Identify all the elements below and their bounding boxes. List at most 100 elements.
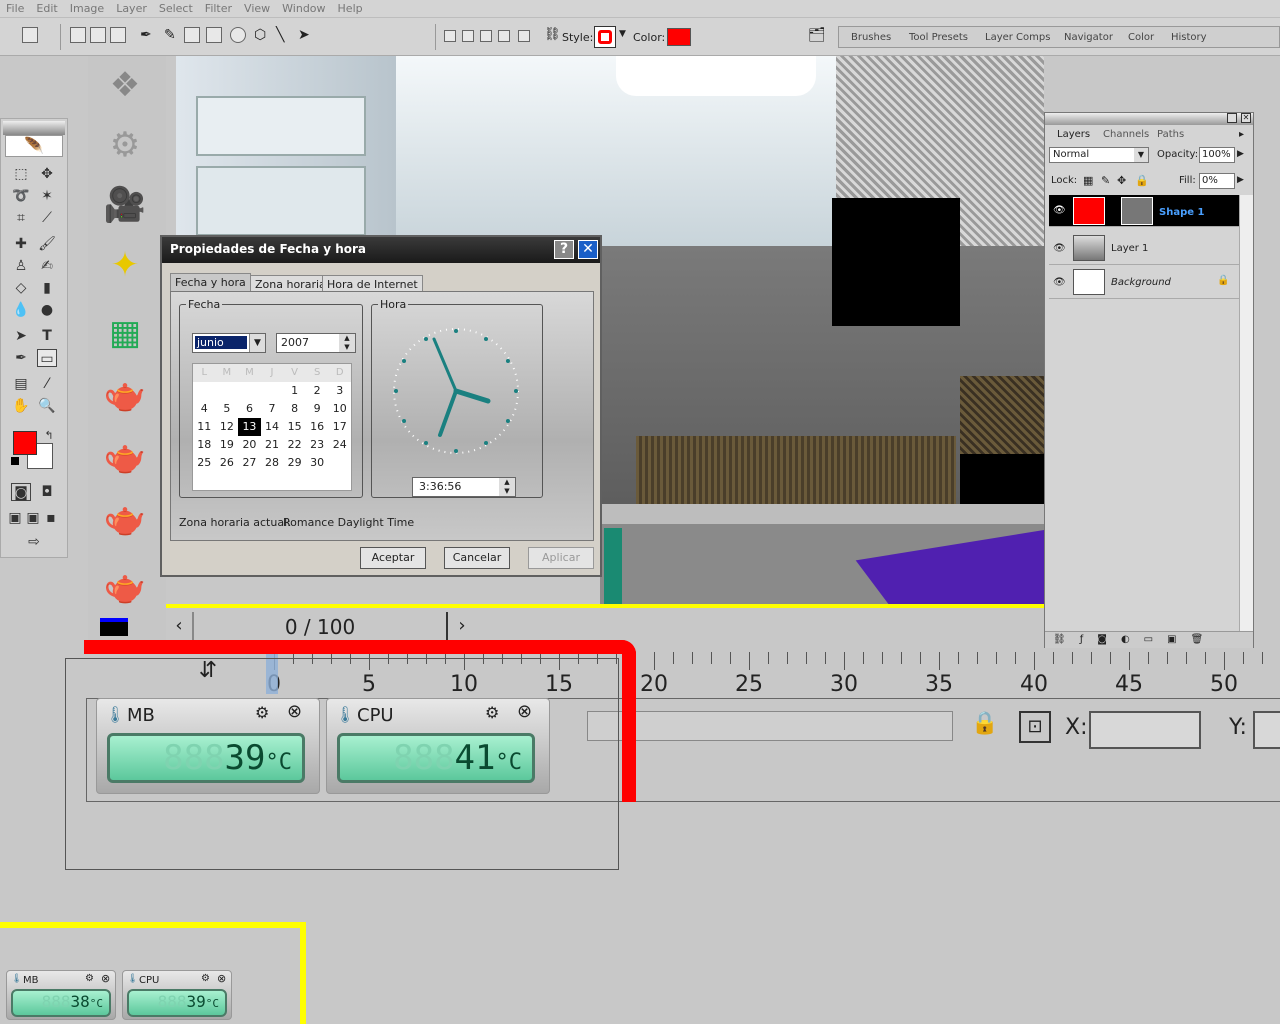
calendar-day[interactable]: 28 [261,454,284,472]
close-icon[interactable]: ⊗ [101,972,110,985]
rectangle-icon[interactable]: ▭ [37,349,57,367]
pen-icon[interactable]: ✒ [140,27,156,43]
light-rays-icon[interactable]: ✦ [100,242,150,288]
menu-file[interactable]: File [6,2,24,15]
custom-shape-icon[interactable]: ➤ [298,27,314,43]
lock-position-icon[interactable]: ✥ [1117,174,1126,187]
eye-icon[interactable]: 👁 [1053,277,1066,288]
subtract-button[interactable] [462,30,474,42]
quick-mask-icon[interactable]: ◘ [37,483,57,501]
year-stepper[interactable]: 2007 ▲ ▼ [276,333,356,353]
calendar-day[interactable]: 29 [283,454,306,472]
apply-button[interactable]: Aplicar [528,547,594,569]
help-button[interactable]: ? [554,240,574,259]
menu-view[interactable]: View [244,2,270,15]
calendar-day[interactable]: 26 [216,454,239,472]
close-icon[interactable]: ⊗ [217,972,226,985]
eye-icon[interactable]: 👁 [1053,243,1066,254]
menu-window[interactable]: Window [282,2,325,15]
calendar-day[interactable]: 18 [193,436,216,454]
calendar-day[interactable]: 5 [216,400,239,418]
style-picker[interactable] [594,26,616,48]
well-tab-history[interactable]: History [1171,32,1207,43]
chevron-up-icon[interactable]: ▲ [499,478,515,487]
eyedropper-icon[interactable]: ⁄ [37,375,57,393]
eraser-icon[interactable]: ◇ [11,279,31,297]
settings-icon[interactable]: ⚙ [255,703,269,722]
menu-help[interactable]: Help [338,2,363,15]
teapot-a-icon[interactable]: 🫖 [100,372,150,418]
calendar-day[interactable]: 14 [261,418,284,436]
new-layer-icon[interactable]: ▣ [1167,634,1176,647]
x-coordinate-field[interactable] [1089,711,1201,749]
gears-icon[interactable]: ⚙ [100,122,150,168]
menu-edit[interactable]: Edit [36,2,57,15]
lock-all-icon[interactable]: 🔒 [1135,174,1149,187]
tool-preset-picker[interactable] [22,27,38,43]
blend-mode-select[interactable]: Normal ▼ [1049,147,1149,163]
settings-icon[interactable]: ⚙ [201,973,210,984]
calendar-day[interactable]: 24 [328,436,351,454]
fill-pixels-button[interactable] [110,27,126,43]
calendar-day[interactable]: 15 [283,418,306,436]
render-icon[interactable]: ▦ [100,310,150,356]
lock-icon[interactable]: 🔒 [971,711,998,736]
well-tab-tool-presets[interactable]: Tool Presets [909,32,968,43]
layer-row-shape-1[interactable]: 👁 Shape 1 [1049,195,1239,227]
link-layers-icon[interactable]: ⛓ [1053,634,1066,647]
link-button[interactable] [518,30,530,42]
cancel-button[interactable]: Cancelar [444,547,510,569]
layer-row-background[interactable]: 👁 Background 🔒 [1049,267,1239,299]
calendar-day[interactable]: 13 [238,418,261,436]
teapot-red-icon[interactable]: 🫖 [100,564,150,610]
film-camera-icon[interactable]: 🎥 [100,182,150,228]
time-stepper[interactable]: 3:36:56 ▲ ▼ [412,477,516,497]
temp-widget-mb-small[interactable]: 🌡 MB ⚙ ⊗ 88838°C [6,970,116,1020]
calendar-day[interactable]: 2 [306,382,329,400]
combine-button[interactable] [444,30,456,42]
calendar-day[interactable]: 17 [328,418,351,436]
calendar-day[interactable]: 27 [238,454,261,472]
feather-icon[interactable]: 🪶 [5,135,63,157]
tab-date-time[interactable]: Fecha y hora [170,273,251,291]
type-icon[interactable]: T [37,327,57,345]
temp-widget-mb[interactable]: 🌡 MB ⚙ ⊗ 88839°C [96,698,320,794]
pen-tool-icon[interactable]: ✒ [11,349,31,367]
dialog-titlebar[interactable]: Propiedades de Fecha y hora ? ✕ [162,237,600,263]
marquee-icon[interactable]: ⬚ [11,165,31,183]
viewport-lower[interactable] [600,504,1044,608]
history-brush-icon[interactable]: ✍ [37,257,57,275]
magic-wand-icon[interactable]: ✶ [37,187,57,205]
layers-scrollbar[interactable] [1239,195,1253,631]
standard-mode-icon[interactable]: ◙ [11,483,31,501]
rectangle-tool-button[interactable] [184,27,200,43]
new-group-icon[interactable]: ▭ [1144,634,1153,647]
foreground-color[interactable] [13,431,37,455]
calendar-day[interactable]: 19 [216,436,239,454]
close-button[interactable]: ✕ [578,240,598,259]
adjustment-layer-icon[interactable]: ◐ [1121,634,1130,647]
exclude-button[interactable] [498,30,510,42]
freeform-pen-icon[interactable]: ✎ [164,27,180,43]
calendar-day[interactable]: 22 [283,436,306,454]
layer-row-layer-1[interactable]: 👁 Layer 1 [1049,233,1239,265]
brush-icon[interactable]: 🖌 [37,235,57,253]
calendar-day[interactable]: 3 [328,382,351,400]
move-icon[interactable]: ✥ [37,165,57,183]
tab-channels[interactable]: Channels [1103,129,1149,140]
settings-icon[interactable]: ⚙ [485,703,499,722]
close-icon[interactable]: ⊗ [287,701,302,722]
rounded-rectangle-button[interactable] [206,27,222,43]
delete-layer-icon[interactable]: 🗑 [1191,634,1204,647]
default-colors-icon[interactable] [11,457,19,465]
calendar-day[interactable]: 12 [216,418,239,436]
close-icon[interactable]: ✕ [1241,113,1251,123]
fill-field[interactable]: 0% [1199,173,1235,189]
layer-name[interactable]: Shape 1 [1159,207,1204,218]
close-icon[interactable]: ⊗ [517,701,532,722]
paths-button[interactable] [90,27,106,43]
lock-transparency-icon[interactable]: ▦ [1083,174,1093,187]
path-select-icon[interactable]: ➤ [11,327,31,345]
swap-colors-icon[interactable]: ↰ [39,427,59,445]
shape-layers-button[interactable] [70,27,86,43]
